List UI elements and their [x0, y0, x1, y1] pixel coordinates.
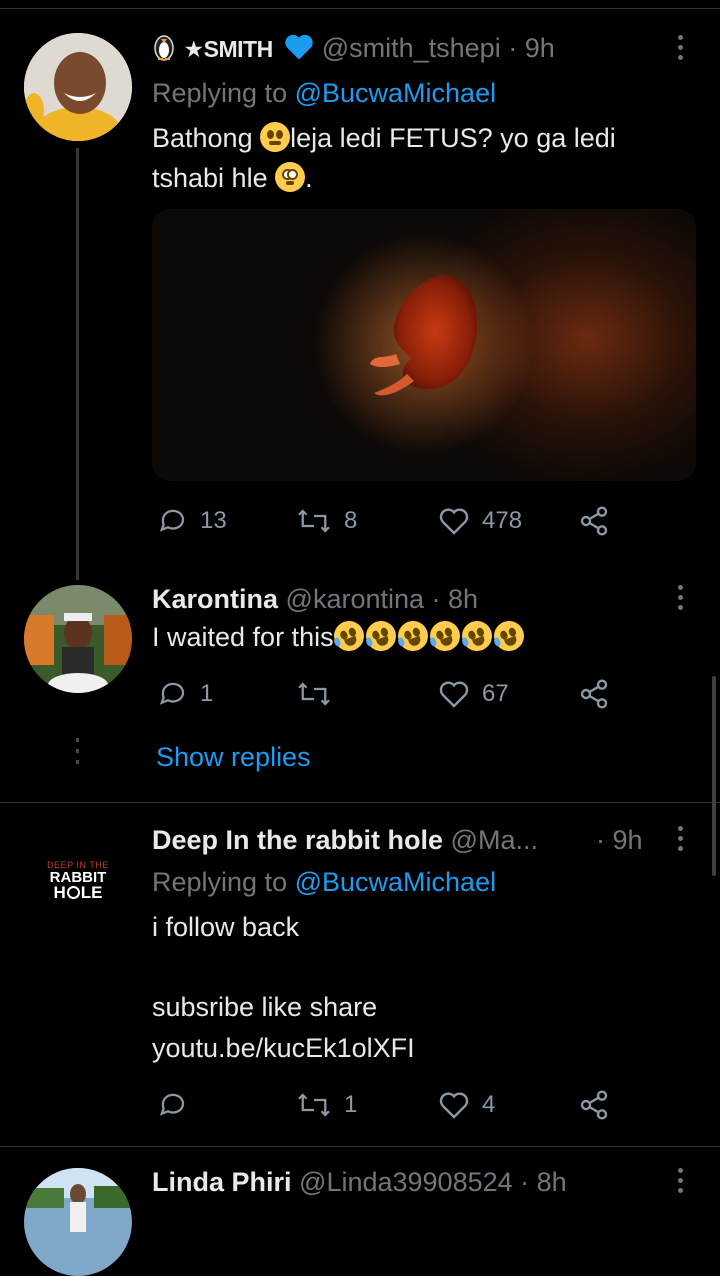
reply-action[interactable]: 13 [158, 501, 227, 541]
mention-link[interactable]: @BucwaMichael [295, 867, 497, 897]
rofl-emoji [361, 616, 400, 656]
retweet-action[interactable]: 8 [296, 501, 357, 541]
share-action[interactable] [578, 674, 610, 714]
avatar-o-mark [66, 886, 80, 899]
tweet-text-line: subsribe like share [152, 992, 378, 1022]
rofl-emoji [457, 616, 496, 656]
fetus-image [314, 234, 534, 454]
share-action[interactable] [578, 501, 610, 541]
tweet-image[interactable] [152, 209, 696, 481]
retweet-icon [298, 682, 330, 706]
avatar[interactable]: DEEP IN THE RABBIT H LE [28, 826, 128, 926]
heart-icon [439, 508, 469, 535]
display-name[interactable]: Karontina [152, 584, 278, 614]
thread-line-dotted [76, 749, 79, 753]
divider [0, 1146, 720, 1147]
more-options-icon[interactable] [677, 1168, 683, 1193]
avatar-text: H [53, 883, 66, 902]
replying-prefix: Replying to [152, 78, 295, 108]
scrollbar[interactable] [712, 676, 716, 876]
retweet-action[interactable] [296, 674, 344, 714]
display-name[interactable]: Deep In the rabbit hole [152, 825, 443, 855]
like-count: 478 [482, 507, 523, 534]
reply-icon [159, 682, 185, 705]
youtube-link[interactable]: youtu.be/kucEk1olXFI [152, 1028, 415, 1068]
reply-action[interactable]: 1 [158, 674, 213, 714]
heart-icon [439, 681, 469, 708]
handle[interactable]: @karontina [286, 584, 424, 614]
flushed-face-emoji [275, 162, 306, 192]
timestamp[interactable]: · 8h [432, 584, 479, 614]
text-segment: leja ledi FETUS? yo ga ledi [290, 123, 616, 153]
like-count: 67 [482, 680, 509, 707]
retweet-icon [298, 1093, 330, 1117]
like-action[interactable]: 67 [438, 674, 509, 714]
rofl-emoji [393, 616, 432, 656]
thread-line-dotted [76, 738, 79, 742]
handle[interactable]: @Linda39908524 [299, 1167, 513, 1197]
retweet-count: 1 [344, 1091, 358, 1118]
like-count: 4 [482, 1091, 496, 1118]
share-icon [580, 1090, 608, 1120]
retweet-count: 8 [344, 507, 358, 534]
heart-icon [439, 1092, 469, 1119]
tweet-text: I waited for this [152, 616, 528, 657]
text-segment: Bathong [152, 123, 261, 153]
avatar[interactable] [24, 585, 132, 693]
avatar[interactable] [24, 33, 132, 141]
like-action[interactable]: 4 [438, 1085, 495, 1125]
tweet-text-line: i follow back [152, 912, 300, 942]
thinking-face-emoji [260, 122, 291, 152]
handle[interactable]: @Ma... [451, 825, 538, 855]
replying-prefix: Replying to [152, 867, 295, 897]
share-icon [580, 679, 608, 709]
reply-icon [159, 1093, 185, 1116]
reply-icon [159, 509, 185, 532]
thread-line [76, 148, 79, 580]
divider [0, 802, 720, 803]
tweet-header: ★SMITH @smith_tshepi · 9h [152, 31, 555, 66]
retweet-action[interactable]: 1 [296, 1085, 357, 1125]
timestamp[interactable]: · 9h [508, 33, 555, 63]
retweet-icon [298, 509, 330, 533]
blue-heart-icon [285, 34, 313, 60]
avatar-text: LE [80, 883, 103, 902]
mention-link[interactable]: @BucwaMichael [295, 78, 497, 108]
top-divider [0, 8, 720, 9]
rofl-emoji [425, 616, 464, 656]
timestamp[interactable]: · 9h [596, 823, 643, 857]
tweet-header: Deep In the rabbit hole @Ma... [152, 823, 538, 857]
share-icon [580, 506, 608, 536]
tweet-header: Karontina @karontina · 8h [152, 582, 478, 616]
rofl-emoji [329, 616, 368, 656]
tweet-text: Bathong leja ledi FETUS? yo ga ledi tsha… [152, 118, 692, 198]
text-segment: I waited for this [152, 622, 334, 652]
replying-to: Replying to @BucwaMichael [152, 76, 496, 110]
reply-count: 13 [200, 507, 227, 534]
display-name[interactable]: ★SMITH [184, 36, 274, 62]
thread-line-dotted [76, 760, 79, 764]
text-segment: . [305, 163, 313, 193]
rofl-emoji [489, 616, 528, 656]
avatar-wordmark: H LE [28, 883, 128, 903]
more-options-icon[interactable] [677, 35, 683, 60]
tweet-header: Linda Phiri @Linda39908524 · 8h [152, 1165, 567, 1199]
display-name[interactable]: Linda Phiri [152, 1167, 292, 1197]
timestamp[interactable]: · 8h [520, 1167, 567, 1197]
penguin-icon [154, 35, 174, 61]
replying-to: Replying to @BucwaMichael [152, 865, 496, 899]
reply-action[interactable] [158, 1085, 200, 1125]
share-action[interactable] [578, 1085, 610, 1125]
show-replies-link[interactable]: Show replies [156, 740, 311, 774]
more-options-icon[interactable] [677, 826, 683, 851]
text-segment: tshabi hle [152, 163, 276, 193]
more-options-icon[interactable] [677, 585, 683, 610]
like-action[interactable]: 478 [438, 501, 522, 541]
handle[interactable]: @smith_tshepi [322, 33, 501, 63]
avatar[interactable] [24, 1168, 132, 1276]
reply-count: 1 [200, 680, 214, 707]
